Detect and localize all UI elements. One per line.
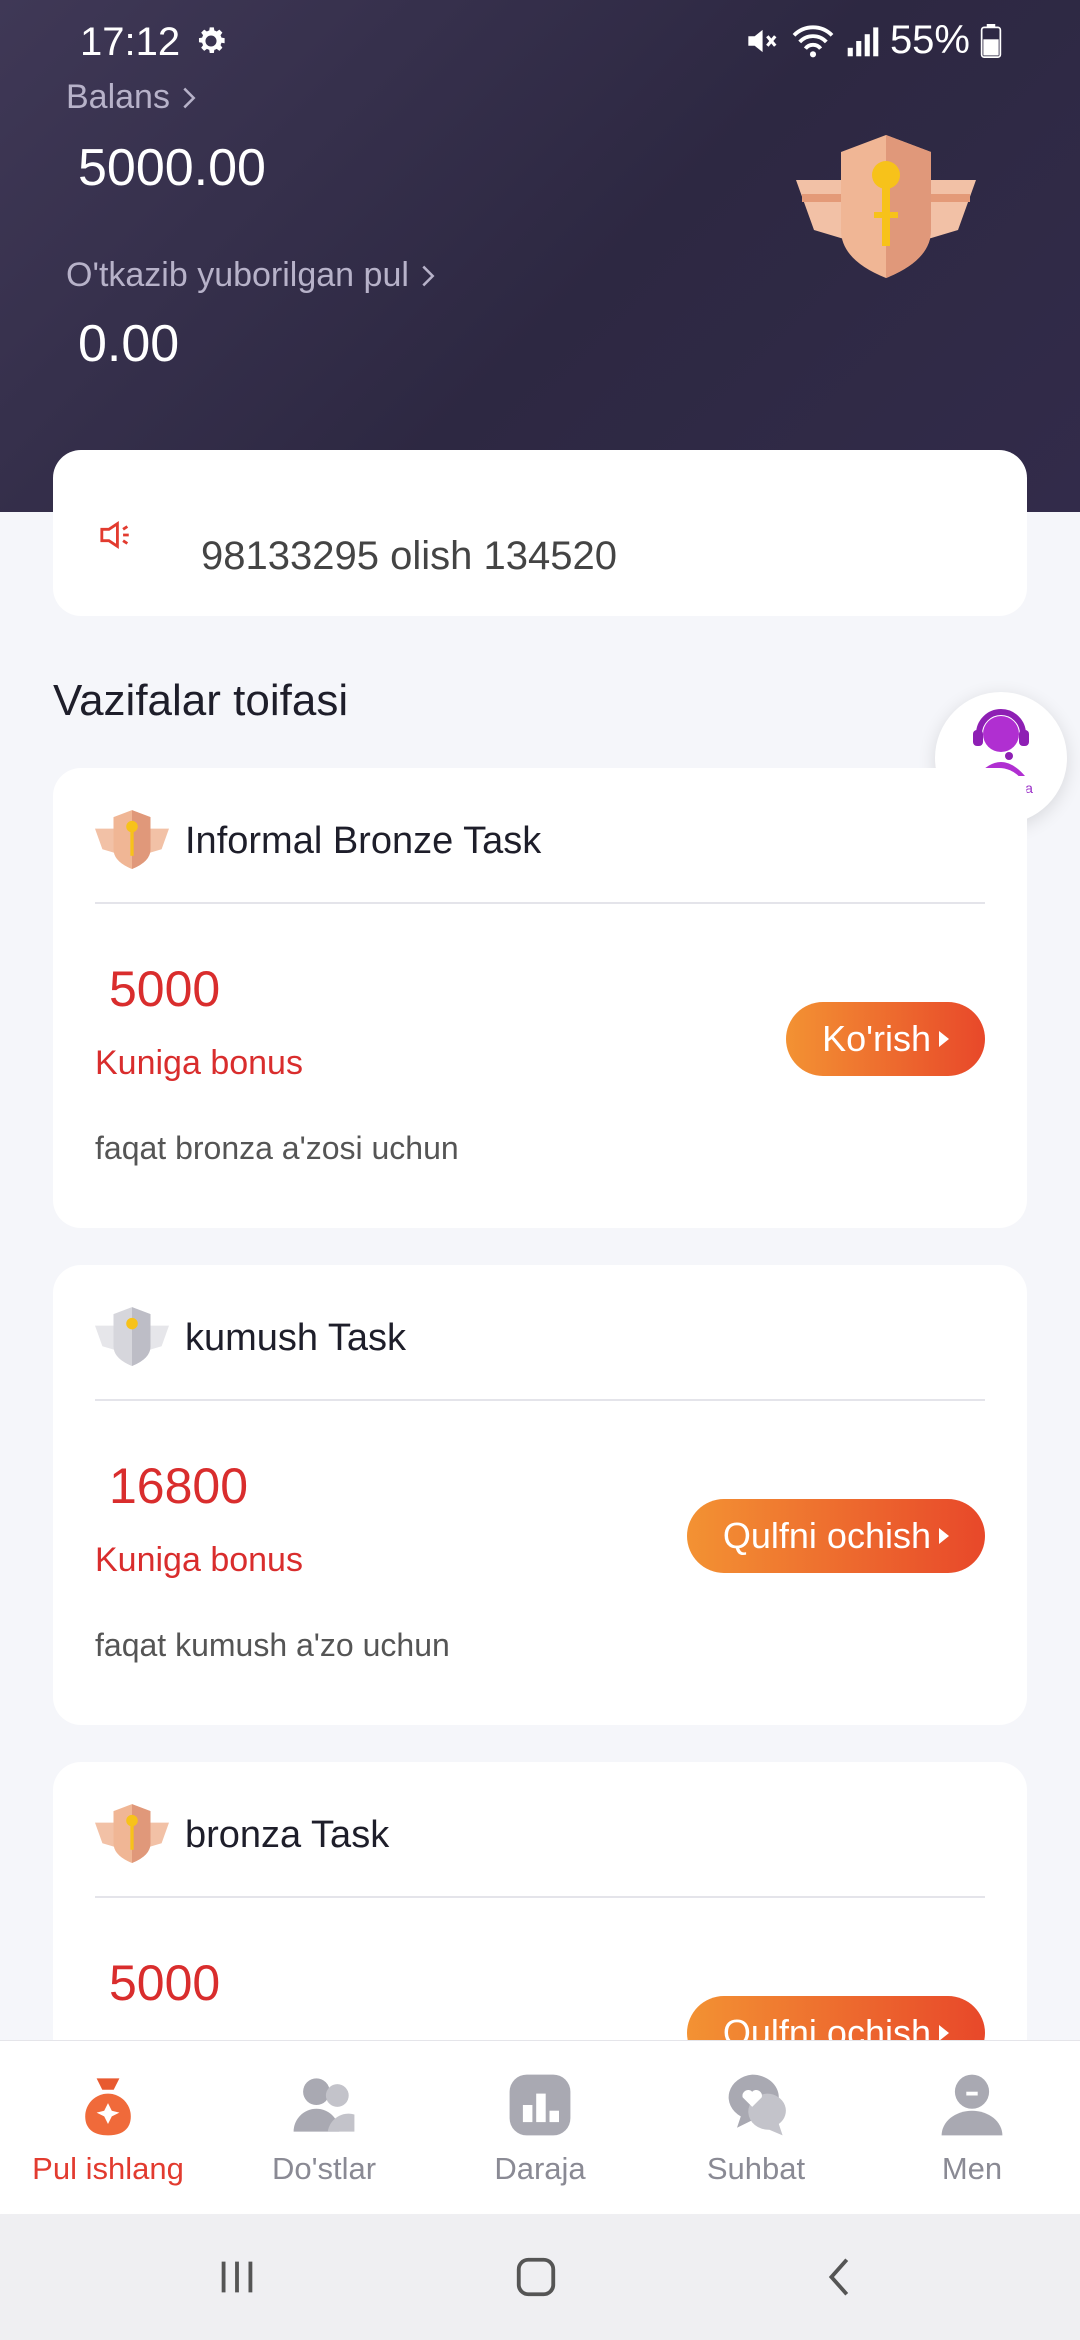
task-description: faqat kumush a'zo uchun: [95, 1627, 450, 1663]
task-bonus-label: Kuniga bonus: [95, 1541, 303, 1579]
task-description: faqat bronza a'zosi uchun: [95, 1130, 459, 1166]
system-navigation-bar: [0, 2214, 1080, 2340]
balance-link[interactable]: Balans: [66, 78, 196, 117]
announcement-speaker-icon: [100, 521, 129, 549]
task-amount: 5000: [109, 1955, 221, 2011]
divider: [95, 1896, 985, 1898]
play-arrow-icon: [939, 1528, 949, 1544]
profile-icon: [941, 2074, 1003, 2136]
view-task-button[interactable]: Ko'rish: [786, 1002, 985, 1076]
task-header: Informal Bronze Task: [95, 804, 541, 878]
money-bag-icon: [85, 2078, 131, 2136]
wifi-icon: [792, 24, 834, 57]
play-arrow-icon: [939, 1031, 949, 1047]
battery-icon: [980, 23, 1002, 58]
unlock-task-button[interactable]: Qulfni ochish: [686, 1499, 985, 1573]
bronze-rank-badge-icon: [796, 135, 976, 278]
divider: [95, 1399, 985, 1401]
nav-item-profile[interactable]: Men: [864, 2041, 1080, 2214]
nav-label: Daraja: [494, 2151, 586, 2186]
nav-item-level[interactable]: Daraja: [432, 2041, 648, 2214]
divider: [95, 902, 985, 904]
play-arrow-icon: [939, 2025, 949, 2041]
battery-percent: 55%: [889, 18, 970, 62]
task-header: kumush Task: [95, 1301, 406, 1375]
task-name: kumush Task: [185, 1316, 407, 1359]
balance-label: Balans: [66, 78, 170, 116]
task-bonus-label: Kuniga bonus: [95, 1044, 303, 1082]
task-name: Informal Bronze Task: [185, 819, 542, 862]
task-header: bronza Task: [95, 1798, 389, 1872]
nav-item-friends[interactable]: Do'stlar: [216, 2041, 432, 2214]
home-icon[interactable]: [512, 2254, 560, 2300]
nav-label: Suhbat: [706, 2151, 806, 2186]
chevron-right-icon: [183, 87, 196, 108]
silver-badge-icon: [95, 1307, 169, 1366]
task-card: kumush Task 16800 Kuniga bonus faqat kum…: [53, 1265, 1027, 1725]
nav-label: Men: [941, 2151, 1003, 2186]
chat-bubble-icon: [728, 2074, 786, 2136]
task-amount: 16800: [109, 1458, 249, 1514]
bronze-badge-icon: [95, 810, 169, 869]
nav-label: Pul ishlang: [32, 2151, 184, 2186]
recent-apps-icon[interactable]: [214, 2254, 260, 2300]
header-panel: 17:12 55% Balans 5000.00 O'tkazib yubori…: [0, 0, 1080, 512]
nav-item-earn[interactable]: Pul ishlang: [0, 2041, 216, 2214]
friends-icon: [293, 2078, 355, 2132]
nav-label: Do'stlar: [271, 2151, 377, 2186]
bottom-navigation: Pul ishlang Do'stlar Daraja Suhbat Men: [0, 2040, 1080, 2214]
task-amount: 5000: [109, 961, 221, 1017]
mute-icon: [748, 29, 777, 52]
status-icons: 55%: [742, 18, 1002, 63]
balance-value: 5000.00: [78, 139, 266, 197]
bronze-badge-icon: [95, 1804, 169, 1863]
back-icon[interactable]: [818, 2254, 864, 2300]
sent-money-link[interactable]: O'tkazib yuborilgan pul: [66, 256, 435, 295]
status-bar: 17:12 55%: [0, 0, 1080, 84]
sent-money-label: O'tkazib yuborilgan pul: [66, 256, 409, 294]
section-title: Vazifalar toifasi: [53, 676, 349, 725]
task-name: bronza Task: [185, 1813, 390, 1856]
notice-marquee-text: 98133295 olish 134520: [201, 534, 617, 578]
task-card: Informal Bronze Task 5000 Kuniga bonus f…: [53, 768, 1027, 1228]
sent-money-value: 0.00: [78, 315, 180, 373]
status-time: 17:12: [80, 20, 181, 64]
level-chart-icon: [509, 2074, 571, 2136]
nav-item-chat[interactable]: Suhbat: [648, 2041, 864, 2214]
settings-gear-icon: [198, 27, 225, 54]
chevron-right-icon: [422, 265, 435, 286]
notice-card: 98133295 olish 134520: [53, 450, 1027, 616]
signal-icon: [847, 26, 879, 56]
